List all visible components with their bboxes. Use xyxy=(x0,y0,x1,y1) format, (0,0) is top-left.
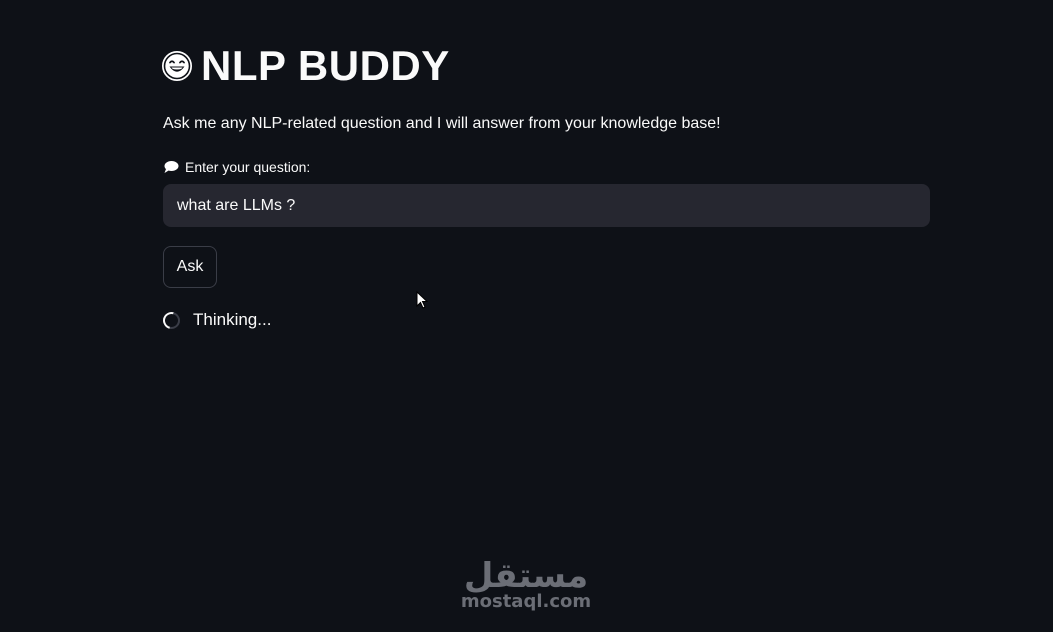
ask-button[interactable]: Ask xyxy=(163,246,217,288)
watermark-arabic-text: مستقل xyxy=(463,556,589,596)
main-content: NLP BUDDY Ask me any NLP-related questio… xyxy=(159,40,930,332)
page-subtitle: Ask me any NLP-related question and I wi… xyxy=(163,115,721,132)
page-title: NLP BUDDY xyxy=(201,42,450,89)
loading-spinner-icon xyxy=(159,308,184,332)
watermark-latin-text: mostaql.com xyxy=(460,591,592,612)
watermark-logo: مستقل mostaql.com xyxy=(459,556,593,620)
question-input[interactable] xyxy=(163,184,930,227)
grinning-face-icon xyxy=(162,51,192,81)
question-label-row: Enter your question: xyxy=(163,158,930,176)
page-header: NLP BUDDY xyxy=(161,40,930,92)
question-label: Enter your question: xyxy=(185,159,311,175)
speech-bubble-icon xyxy=(164,161,179,173)
status-row: Thinking... xyxy=(159,308,930,332)
status-text: Thinking... xyxy=(193,310,272,329)
mouse-pointer-icon xyxy=(416,291,428,309)
app-root: NLP BUDDY Ask me any NLP-related questio… xyxy=(0,0,1053,632)
